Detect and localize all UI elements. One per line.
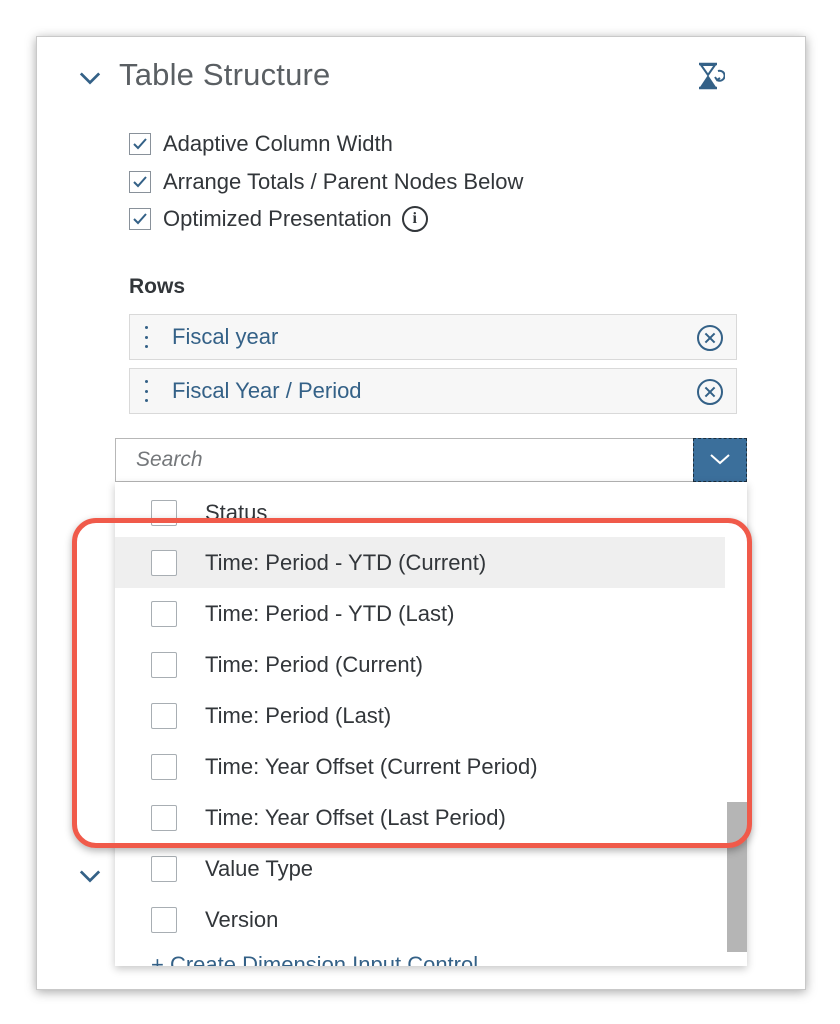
checkbox-checked[interactable]	[129, 171, 151, 193]
list-item[interactable]: Version	[115, 894, 725, 945]
check-icon	[133, 138, 147, 150]
checkbox[interactable]	[151, 855, 177, 882]
chevron-down-icon	[710, 454, 730, 465]
option-label: Arrange Totals / Parent Nodes Below	[163, 169, 524, 194]
list-item-label: Time: Period (Last)	[205, 702, 392, 728]
list-item-label: Value Type	[205, 855, 314, 881]
create-dimension-input-control-link[interactable]: + Create Dimension Input Control	[151, 952, 478, 966]
builder-panel: Table Structure Adaptive Column Width Ar…	[36, 36, 806, 990]
list-item-label: Time: Period - YTD (Current)	[205, 549, 487, 575]
option-label: Optimized Presentation	[163, 206, 392, 231]
check-icon	[133, 176, 147, 188]
list-item-label: Time: Period - YTD (Last)	[205, 600, 455, 626]
list-item-label: Time: Year Offset (Current Period)	[205, 753, 538, 779]
rows-heading: Rows	[129, 275, 186, 298]
option-adaptive-column-width[interactable]: Adaptive Column Width	[129, 129, 393, 159]
list-item[interactable]: Time: Period - YTD (Current)	[115, 537, 725, 588]
option-arrange-totals-below[interactable]: Arrange Totals / Parent Nodes Below	[129, 167, 523, 197]
remove-circle-icon[interactable]	[697, 325, 723, 351]
checkbox[interactable]	[151, 702, 177, 729]
list-item[interactable]: Time: Period (Current)	[115, 639, 725, 690]
checkbox[interactable]	[151, 804, 177, 831]
checkbox-checked[interactable]	[129, 133, 151, 155]
list-item[interactable]: Time: Year Offset (Last Period)	[115, 792, 725, 843]
dimension-search	[115, 438, 747, 482]
list-item-label: Version	[205, 906, 279, 932]
dimension-dropdown-list: Status Time: Period - YTD (Current) Time…	[115, 482, 747, 966]
hourglass-refresh-icon[interactable]	[695, 61, 725, 91]
row-token[interactable]: Fiscal Year / Period	[129, 368, 737, 414]
row-token[interactable]: Fiscal year	[129, 314, 737, 360]
list-item[interactable]: Time: Period - YTD (Last)	[115, 588, 725, 639]
option-label: Adaptive Column Width	[163, 131, 393, 156]
search-input[interactable]	[115, 438, 693, 482]
chevron-down-icon[interactable]	[79, 67, 101, 89]
checkbox-checked[interactable]	[129, 208, 151, 230]
list-item[interactable]: Status	[115, 487, 725, 538]
check-icon	[133, 213, 147, 225]
chevron-down-icon[interactable]	[79, 865, 101, 887]
list-item-label: Time: Period (Current)	[205, 651, 424, 677]
list-item-label: Status	[205, 499, 268, 525]
section-title[interactable]: Table Structure	[119, 57, 331, 93]
scrollbar-thumb[interactable]	[727, 802, 747, 952]
drag-handle-icon[interactable]	[144, 380, 148, 402]
list-item[interactable]: Time: Period (Last)	[115, 690, 725, 741]
list-item[interactable]: Time: Year Offset (Current Period)	[115, 741, 725, 792]
drag-handle-icon[interactable]	[144, 326, 148, 348]
option-optimized-presentation[interactable]: Optimized Presentation i	[129, 204, 428, 234]
checkbox[interactable]	[151, 651, 177, 678]
info-icon[interactable]: i	[401, 206, 428, 232]
checkbox[interactable]	[151, 600, 177, 627]
list-item[interactable]: Value Type	[115, 843, 725, 894]
remove-circle-icon[interactable]	[697, 379, 723, 405]
dropdown-toggle-button[interactable]	[693, 438, 747, 482]
token-label[interactable]: Fiscal Year / Period	[172, 378, 362, 404]
checkbox[interactable]	[151, 753, 177, 780]
list-item-label: Time: Year Offset (Last Period)	[205, 804, 506, 830]
checkbox[interactable]	[151, 499, 177, 526]
checkbox[interactable]	[151, 549, 177, 576]
checkbox[interactable]	[151, 906, 177, 933]
token-label[interactable]: Fiscal year	[172, 324, 278, 350]
